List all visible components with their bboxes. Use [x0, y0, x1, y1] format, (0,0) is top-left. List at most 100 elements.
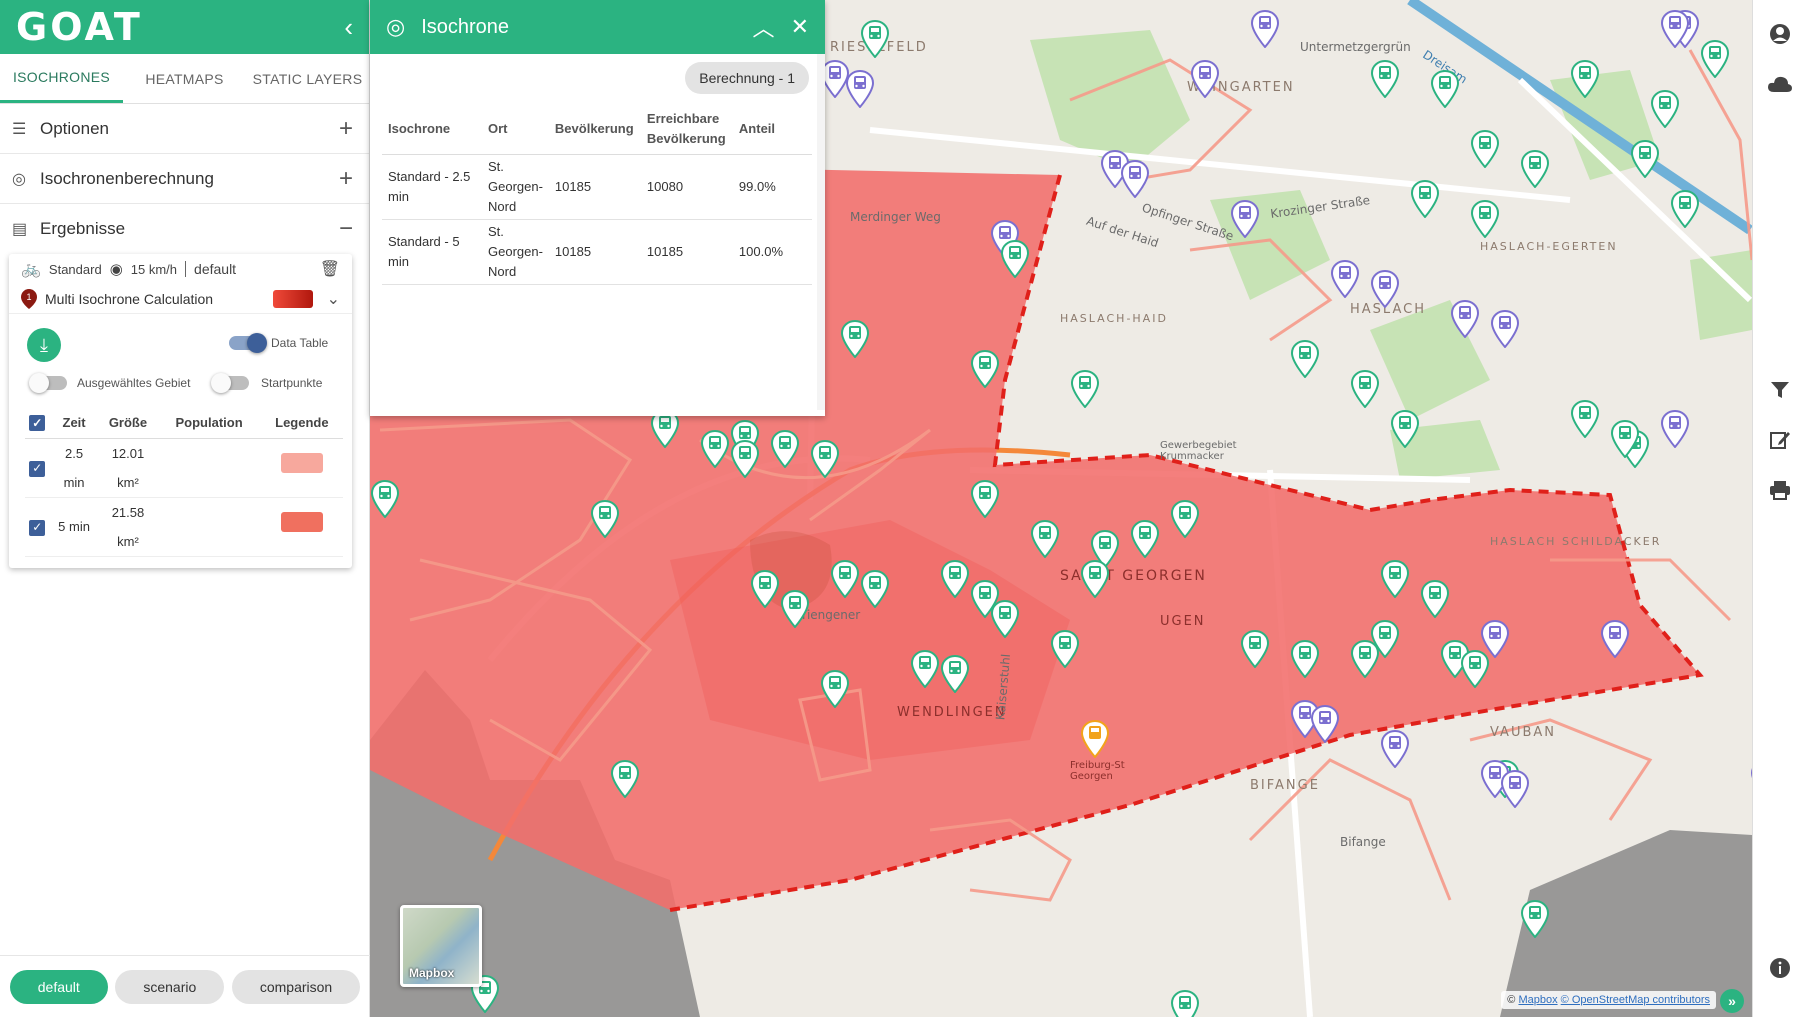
trash-icon[interactable]: 🗑	[320, 259, 340, 279]
bus-stop-pin[interactable]	[1630, 139, 1660, 179]
chevron-left-icon[interactable]: ‹	[344, 12, 353, 43]
section-optionen[interactable]: ☰ Optionen +	[0, 104, 369, 154]
bus-stop-pin[interactable]	[1500, 769, 1530, 809]
bus-stop-pin[interactable]	[750, 569, 780, 609]
bus-stop-pin[interactable]	[1660, 409, 1690, 449]
bus-stop-pin[interactable]	[730, 439, 760, 479]
bus-stop-pin[interactable]	[1660, 9, 1690, 49]
bus-stop-pin[interactable]	[370, 479, 400, 519]
bus-stop-pin[interactable]	[810, 439, 840, 479]
comparison-button[interactable]: comparison	[231, 969, 361, 1004]
bus-stop-pin[interactable]	[780, 589, 810, 629]
bus-stop-pin[interactable]	[1470, 199, 1500, 239]
expand-optionen-button[interactable]: +	[335, 115, 357, 143]
data-table-toggle[interactable]	[229, 333, 267, 353]
bus-stop-pin[interactable]	[1470, 129, 1500, 169]
filter-icon[interactable]	[1766, 376, 1794, 404]
section-ergebnisse[interactable]: ▤ Ergebnisse −	[0, 204, 369, 254]
section-isochronenberechnung[interactable]: ◎ Isochronenberechnung +	[0, 154, 369, 204]
bus-stop-pin[interactable]	[1170, 989, 1200, 1017]
bus-stop-pin[interactable]	[1070, 369, 1100, 409]
bus-stop-pin[interactable]	[610, 759, 640, 799]
color-ramp-swatch[interactable]	[272, 289, 313, 308]
basemap-switcher[interactable]: Mapbox	[400, 905, 482, 987]
bus-stop-pin[interactable]	[1650, 89, 1680, 129]
download-button[interactable]: ⤓	[27, 328, 61, 362]
bus-stop-pin[interactable]	[1430, 69, 1460, 109]
tab-heatmaps[interactable]: HEATMAPS	[123, 54, 246, 103]
bus-stop-pin[interactable]	[1000, 239, 1030, 279]
bus-stop-pin[interactable]	[1370, 619, 1400, 659]
bus-stop-pin[interactable]	[820, 669, 850, 709]
bus-stop-pin[interactable]	[1520, 149, 1550, 189]
bus-stop-pin[interactable]	[1190, 59, 1220, 99]
bus-stop-pin[interactable]	[1330, 259, 1360, 299]
bus-stop-pin[interactable]	[700, 429, 730, 469]
collapse-ergebnisse-button[interactable]: −	[335, 215, 357, 243]
bus-stop-pin[interactable]	[845, 69, 875, 109]
bus-stop-pin[interactable]	[860, 19, 890, 59]
bus-stop-pin[interactable]	[1080, 559, 1110, 599]
bus-stop-pin[interactable]	[1450, 299, 1480, 339]
train-station-pin[interactable]	[1080, 719, 1110, 759]
bus-stop-pin[interactable]	[1490, 309, 1520, 349]
attribution-osm-link[interactable]: © OpenStreetMap contributors	[1561, 994, 1710, 1006]
bus-stop-pin[interactable]	[1120, 159, 1150, 199]
bus-stop-pin[interactable]	[1410, 179, 1440, 219]
bus-stop-pin[interactable]	[1460, 649, 1490, 689]
chevron-down-icon[interactable]: ⌄	[327, 289, 340, 309]
expand-isochronenberechnung-button[interactable]: +	[335, 165, 357, 193]
bus-stop-pin[interactable]	[1700, 39, 1730, 79]
bus-stop-pin[interactable]	[1240, 629, 1270, 669]
bus-stop-pin[interactable]	[1250, 9, 1280, 49]
bus-stop-pin[interactable]	[1370, 269, 1400, 309]
tab-static-layers[interactable]: STATIC LAYERS	[246, 54, 369, 103]
account-icon[interactable]	[1766, 20, 1794, 48]
chevron-up-icon[interactable]: ︿	[753, 11, 775, 43]
bus-stop-pin[interactable]	[1350, 369, 1380, 409]
bus-stop-pin[interactable]	[1520, 899, 1550, 939]
panel-scrollbar[interactable]	[817, 54, 825, 410]
start-points-toggle[interactable]	[211, 373, 249, 393]
bus-stop-pin[interactable]	[770, 429, 800, 469]
bus-stop-pin[interactable]	[1570, 59, 1600, 99]
row-checkbox[interactable]: ✓	[25, 497, 50, 557]
edit-icon[interactable]	[1766, 426, 1794, 454]
scenario-button[interactable]: scenario	[115, 969, 225, 1004]
cloud-icon[interactable]	[1766, 70, 1794, 98]
bus-stop-pin[interactable]	[1170, 499, 1200, 539]
bus-stop-pin[interactable]	[970, 479, 1000, 519]
bus-stop-pin[interactable]	[1050, 629, 1080, 669]
bus-stop-pin[interactable]	[1380, 559, 1410, 599]
tab-isochrones[interactable]: ISOCHRONES	[0, 54, 123, 103]
print-icon[interactable]	[1766, 476, 1794, 504]
bus-stop-pin[interactable]	[1610, 419, 1640, 459]
row-checkbox[interactable]: ✓	[25, 438, 50, 498]
bus-stop-pin[interactable]	[1030, 519, 1060, 559]
bus-stop-pin[interactable]	[1310, 704, 1340, 744]
bus-stop-pin[interactable]	[1290, 339, 1320, 379]
bus-stop-pin[interactable]	[1670, 189, 1700, 229]
bus-stop-pin[interactable]	[1230, 199, 1260, 239]
bus-stop-pin[interactable]	[970, 349, 1000, 389]
info-icon[interactable]	[1766, 954, 1794, 982]
bus-stop-pin[interactable]	[1380, 729, 1410, 769]
bus-stop-pin[interactable]	[940, 654, 970, 694]
bus-stop-pin[interactable]	[910, 649, 940, 689]
bus-stop-pin[interactable]	[1390, 409, 1420, 449]
bus-stop-pin[interactable]	[1370, 59, 1400, 99]
bus-stop-pin[interactable]	[940, 559, 970, 599]
bus-stop-pin[interactable]	[1600, 619, 1630, 659]
bus-stop-pin[interactable]	[840, 319, 870, 359]
calculation-chip[interactable]: Berechnung - 1	[685, 62, 809, 94]
selected-area-toggle[interactable]	[29, 373, 67, 393]
default-button[interactable]: default	[9, 969, 108, 1004]
bus-stop-pin[interactable]	[1130, 519, 1160, 559]
attribution-toggle-button[interactable]: »	[1720, 989, 1744, 1013]
bus-stop-pin[interactable]	[860, 569, 890, 609]
attribution-mapbox-link[interactable]: Mapbox	[1518, 994, 1557, 1006]
bus-stop-pin[interactable]	[1290, 639, 1320, 679]
calculation-row[interactable]: 1 Multi Isochrone Calculation ⌄	[9, 284, 352, 314]
bus-stop-pin[interactable]	[1420, 579, 1450, 619]
bus-stop-pin[interactable]	[590, 499, 620, 539]
